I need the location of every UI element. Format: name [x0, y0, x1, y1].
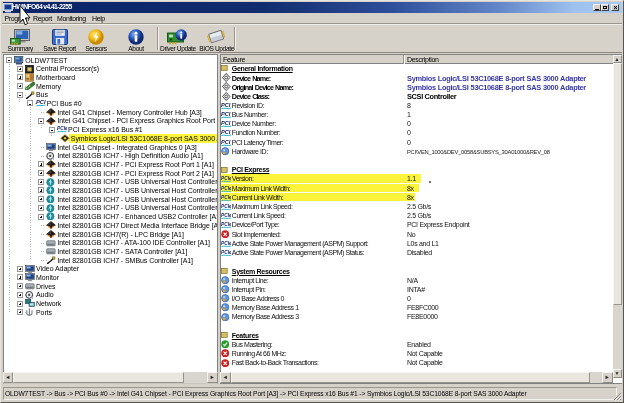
svg-text:PCIe: PCIe — [221, 241, 232, 246]
svg-text:PCI: PCI — [221, 102, 231, 108]
svg-text:PCI: PCI — [221, 139, 231, 145]
svg-text:PCIe: PCIe — [221, 223, 232, 228]
svg-text:PCIe: PCIe — [221, 204, 232, 209]
svg-text:PCIe: PCIe — [221, 213, 232, 218]
svg-text:PCIe: PCIe — [221, 195, 232, 200]
svg-text:PCIe: PCIe — [57, 127, 67, 132]
svg-text:PCI: PCI — [221, 130, 231, 136]
svg-text:PCI: PCI — [221, 111, 231, 117]
svg-text:PCIe: PCIe — [221, 177, 232, 182]
svg-text:PCI: PCI — [221, 120, 231, 126]
svg-text:PCIe: PCIe — [221, 250, 232, 255]
svg-text:PCIe: PCIe — [221, 186, 232, 191]
svg-text:PCI: PCI — [36, 100, 46, 106]
